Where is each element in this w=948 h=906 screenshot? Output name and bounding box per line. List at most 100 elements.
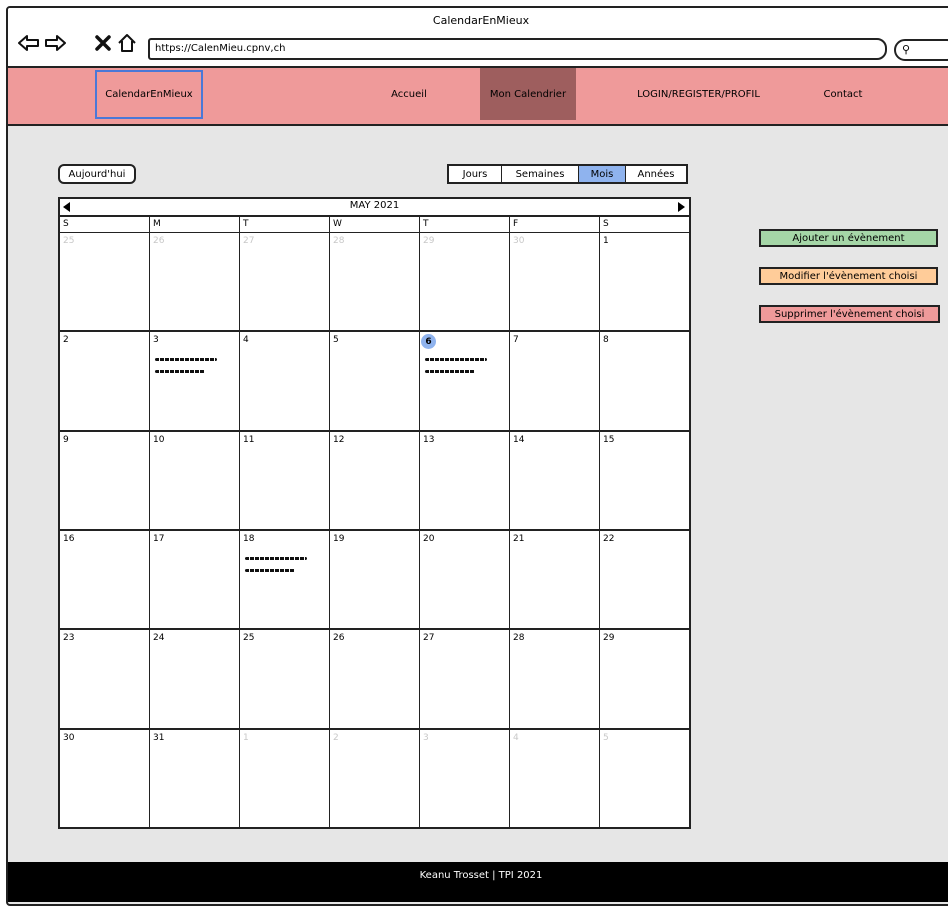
event-entry[interactable] — [155, 358, 221, 382]
day-cell[interactable]: 13 — [420, 431, 510, 529]
day-number: 2 — [63, 335, 69, 346]
delete-event-button[interactable]: Supprimer l'évènement choisi — [759, 305, 940, 323]
weekday-label: T — [420, 217, 510, 232]
home-icon[interactable] — [116, 32, 138, 54]
next-month-icon[interactable] — [678, 202, 685, 212]
day-cell-other-month[interactable]: 3 — [420, 729, 510, 827]
day-number: 1 — [603, 236, 609, 246]
day-cell[interactable]: 18 — [240, 530, 330, 629]
day-cell[interactable]: 11 — [240, 431, 330, 529]
edit-event-button[interactable]: Modifier l'évènement choisi — [759, 267, 938, 285]
day-cell[interactable]: 3 — [150, 332, 240, 430]
view-tab-semaines[interactable]: Semaines — [502, 166, 579, 182]
day-cell[interactable]: 9 — [60, 431, 150, 529]
day-number: 12 — [333, 434, 345, 445]
window-title: CalendarEnMieux — [432, 14, 530, 27]
day-cell[interactable]: 5 — [330, 332, 420, 430]
day-cell[interactable]: 30 — [60, 729, 150, 827]
calendar-week-row: 16 17 18 19 20 21 22 — [60, 530, 689, 631]
day-number: 16 — [63, 533, 75, 544]
day-cell[interactable]: 7 — [510, 332, 600, 430]
view-tab-mois[interactable]: Mois — [579, 166, 626, 182]
day-cell[interactable]: 21 — [510, 530, 600, 629]
day-cell-today[interactable]: 6 — [420, 332, 510, 430]
weekday-label: S — [60, 217, 150, 232]
calendar-week-row: 23 24 25 26 27 28 29 — [60, 630, 689, 730]
day-cell[interactable]: 4 — [240, 332, 330, 430]
day-cell-other-month[interactable]: 30 — [510, 233, 600, 331]
day-cell[interactable]: 22 — [600, 531, 689, 628]
day-cell[interactable]: 19 — [330, 530, 420, 629]
browser-chrome: CalendarEnMieux https://CalenMieu.cpnv,c… — [8, 8, 948, 66]
day-cell[interactable]: 26 — [330, 630, 420, 728]
day-number: 8 — [603, 335, 609, 346]
day-cell-other-month[interactable]: 27 — [240, 233, 330, 331]
day-cell[interactable]: 24 — [150, 630, 240, 728]
day-cell[interactable]: 25 — [240, 630, 330, 728]
weekday-label: S — [603, 219, 609, 229]
day-number: 14 — [513, 434, 525, 445]
back-arrow-icon[interactable] — [18, 32, 40, 54]
day-cell-other-month[interactable]: 28 — [330, 233, 420, 331]
event-placeholder-line — [425, 358, 487, 362]
brand-logo-link[interactable]: CalendarEnMieux — [95, 70, 203, 119]
forward-arrow-icon[interactable] — [44, 32, 66, 54]
day-number: 27 — [423, 633, 435, 644]
view-switcher: Jours Semaines Mois Années — [447, 164, 688, 184]
today-button[interactable]: Aujourd'hui — [58, 164, 136, 184]
day-cell-other-month[interactable]: 26 — [150, 233, 240, 331]
day-number: 19 — [333, 533, 345, 544]
day-cell-other-month[interactable]: 29 — [420, 233, 510, 331]
day-cell[interactable]: 16 — [60, 530, 150, 629]
day-cell[interactable]: 28 — [510, 630, 600, 728]
app-navbar: CalendarEnMieux Accueil Mon Calendrier L… — [8, 66, 948, 126]
event-entry[interactable] — [425, 358, 491, 382]
day-cell[interactable]: 23 — [60, 630, 150, 728]
day-cell[interactable]: 8 — [600, 332, 689, 429]
day-number: 22 — [603, 533, 615, 544]
day-cell[interactable]: 27 — [420, 630, 510, 728]
day-cell[interactable]: 1 — [600, 233, 689, 330]
day-cell-other-month[interactable]: 25 — [60, 233, 150, 331]
day-cell[interactable]: 15 — [600, 432, 689, 529]
day-cell[interactable]: 12 — [330, 431, 420, 529]
day-cell[interactable]: 2 — [60, 332, 150, 430]
weekday-header-row: S M T W T F S — [60, 217, 689, 233]
nav-link-accueil[interactable]: Accueil — [374, 68, 444, 120]
calendar-header: MAY 2021 — [60, 199, 689, 217]
day-cell-other-month[interactable]: 4 — [510, 729, 600, 827]
day-number: 23 — [63, 633, 75, 644]
day-number: 7 — [513, 335, 519, 346]
day-cell-other-month[interactable]: 5 — [600, 730, 689, 827]
event-placeholder-line — [425, 370, 475, 374]
day-number: 31 — [153, 732, 165, 743]
day-cell[interactable]: 10 — [150, 431, 240, 529]
add-event-button[interactable]: Ajouter un évènement — [759, 229, 938, 247]
day-number: 2 — [333, 732, 339, 743]
search-icon: ⚲ — [902, 43, 911, 56]
nav-link-contact[interactable]: Contact — [808, 68, 878, 120]
close-icon[interactable] — [92, 32, 114, 54]
day-cell[interactable]: 20 — [420, 530, 510, 629]
day-number: 3 — [423, 732, 429, 743]
day-cell[interactable]: 31 — [150, 729, 240, 827]
view-tab-annees[interactable]: Années — [626, 166, 686, 182]
event-entry[interactable] — [245, 556, 311, 581]
view-tab-jours[interactable]: Jours — [449, 166, 502, 182]
day-number: 20 — [423, 533, 435, 544]
nav-link-login-register-profil[interactable]: LOGIN/REGISTER/PROFIL — [616, 68, 781, 120]
calendar-grid: 25 26 27 28 29 30 1 2 3 4 5 6 7 8 9 10 1… — [60, 233, 689, 827]
day-cell[interactable]: 29 — [600, 630, 689, 727]
day-number: 24 — [153, 633, 165, 644]
day-number: 21 — [513, 533, 525, 544]
day-number: 3 — [153, 335, 159, 346]
day-cell[interactable]: 17 — [150, 530, 240, 629]
browser-search-field[interactable]: ⚲ — [894, 39, 948, 61]
nav-link-mon-calendrier[interactable]: Mon Calendrier — [480, 68, 576, 120]
day-number: 25 — [243, 633, 255, 644]
month-title: MAY 2021 — [349, 200, 400, 211]
day-cell-other-month[interactable]: 2 — [330, 729, 420, 827]
url-bar[interactable]: https://CalenMieu.cpnv,ch — [148, 38, 887, 60]
day-cell[interactable]: 14 — [510, 431, 600, 529]
day-cell-other-month[interactable]: 1 — [240, 729, 330, 827]
